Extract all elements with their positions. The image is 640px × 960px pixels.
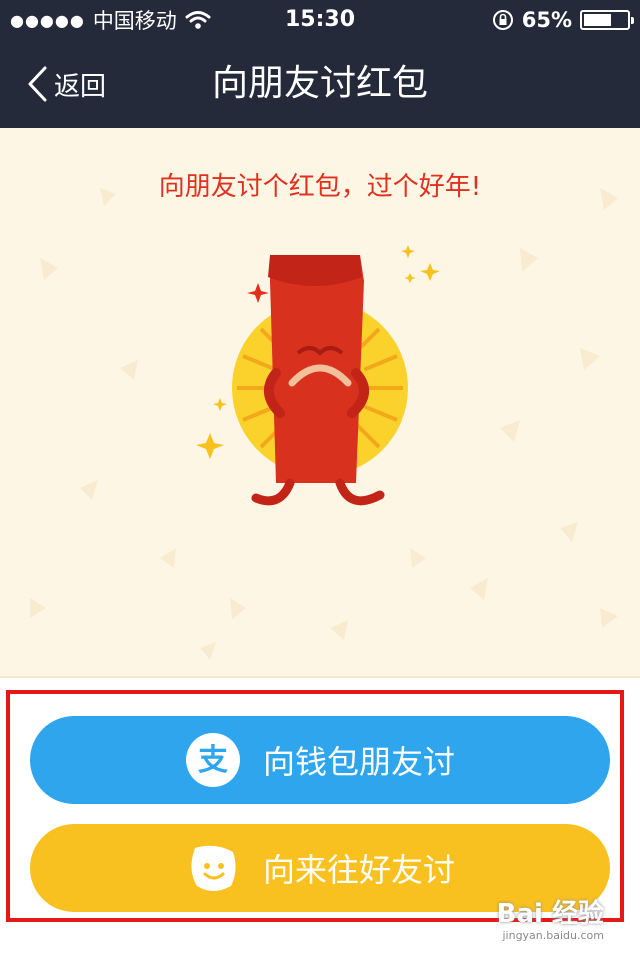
back-button[interactable]: 返回 xyxy=(26,40,106,128)
watermark-main: Bai 经验 xyxy=(496,899,604,929)
battery-icon xyxy=(580,10,634,30)
watermark-url: jingyan.baidu.com xyxy=(502,929,604,942)
battery-fill xyxy=(584,14,612,26)
signal-dots-icon: ●●●●● xyxy=(10,10,85,30)
baidu-watermark: Bai 经验 jingyan.baidu.com xyxy=(496,893,616,949)
nav-bar: 返回 向朋友讨红包 xyxy=(0,40,640,128)
status-bar-right: 65% xyxy=(492,0,634,40)
status-bar: ●●●●● 中国移动 15:30 65% xyxy=(0,0,640,40)
battery-percent: 65% xyxy=(521,8,572,32)
battery-cap xyxy=(631,17,634,24)
alipay-icon: 支 xyxy=(185,733,240,787)
ask-wallet-friends-button[interactable]: 支 向钱包朋友讨 xyxy=(30,716,610,804)
content-area: 向朋友讨个红包，过个好年! xyxy=(0,128,640,676)
tagline: 向朋友讨个红包，过个好年! xyxy=(158,172,482,202)
red-envelope-mascot-illustration xyxy=(196,245,440,506)
back-label: 返回 xyxy=(54,71,107,102)
carrier-name: 中国移动 xyxy=(92,9,177,33)
wifi-icon xyxy=(185,11,211,29)
laiwang-smiley-icon xyxy=(191,845,236,891)
chevron-left-icon xyxy=(28,66,47,102)
ask-laiwang-friends-label: 向来往好友讨 xyxy=(262,851,455,889)
svg-text:支: 支 xyxy=(198,743,228,778)
rotation-lock-icon xyxy=(492,10,513,30)
status-bar-left: ●●●●● 中国移动 xyxy=(10,0,211,40)
ask-wallet-friends-label: 向钱包朋友讨 xyxy=(262,743,455,781)
